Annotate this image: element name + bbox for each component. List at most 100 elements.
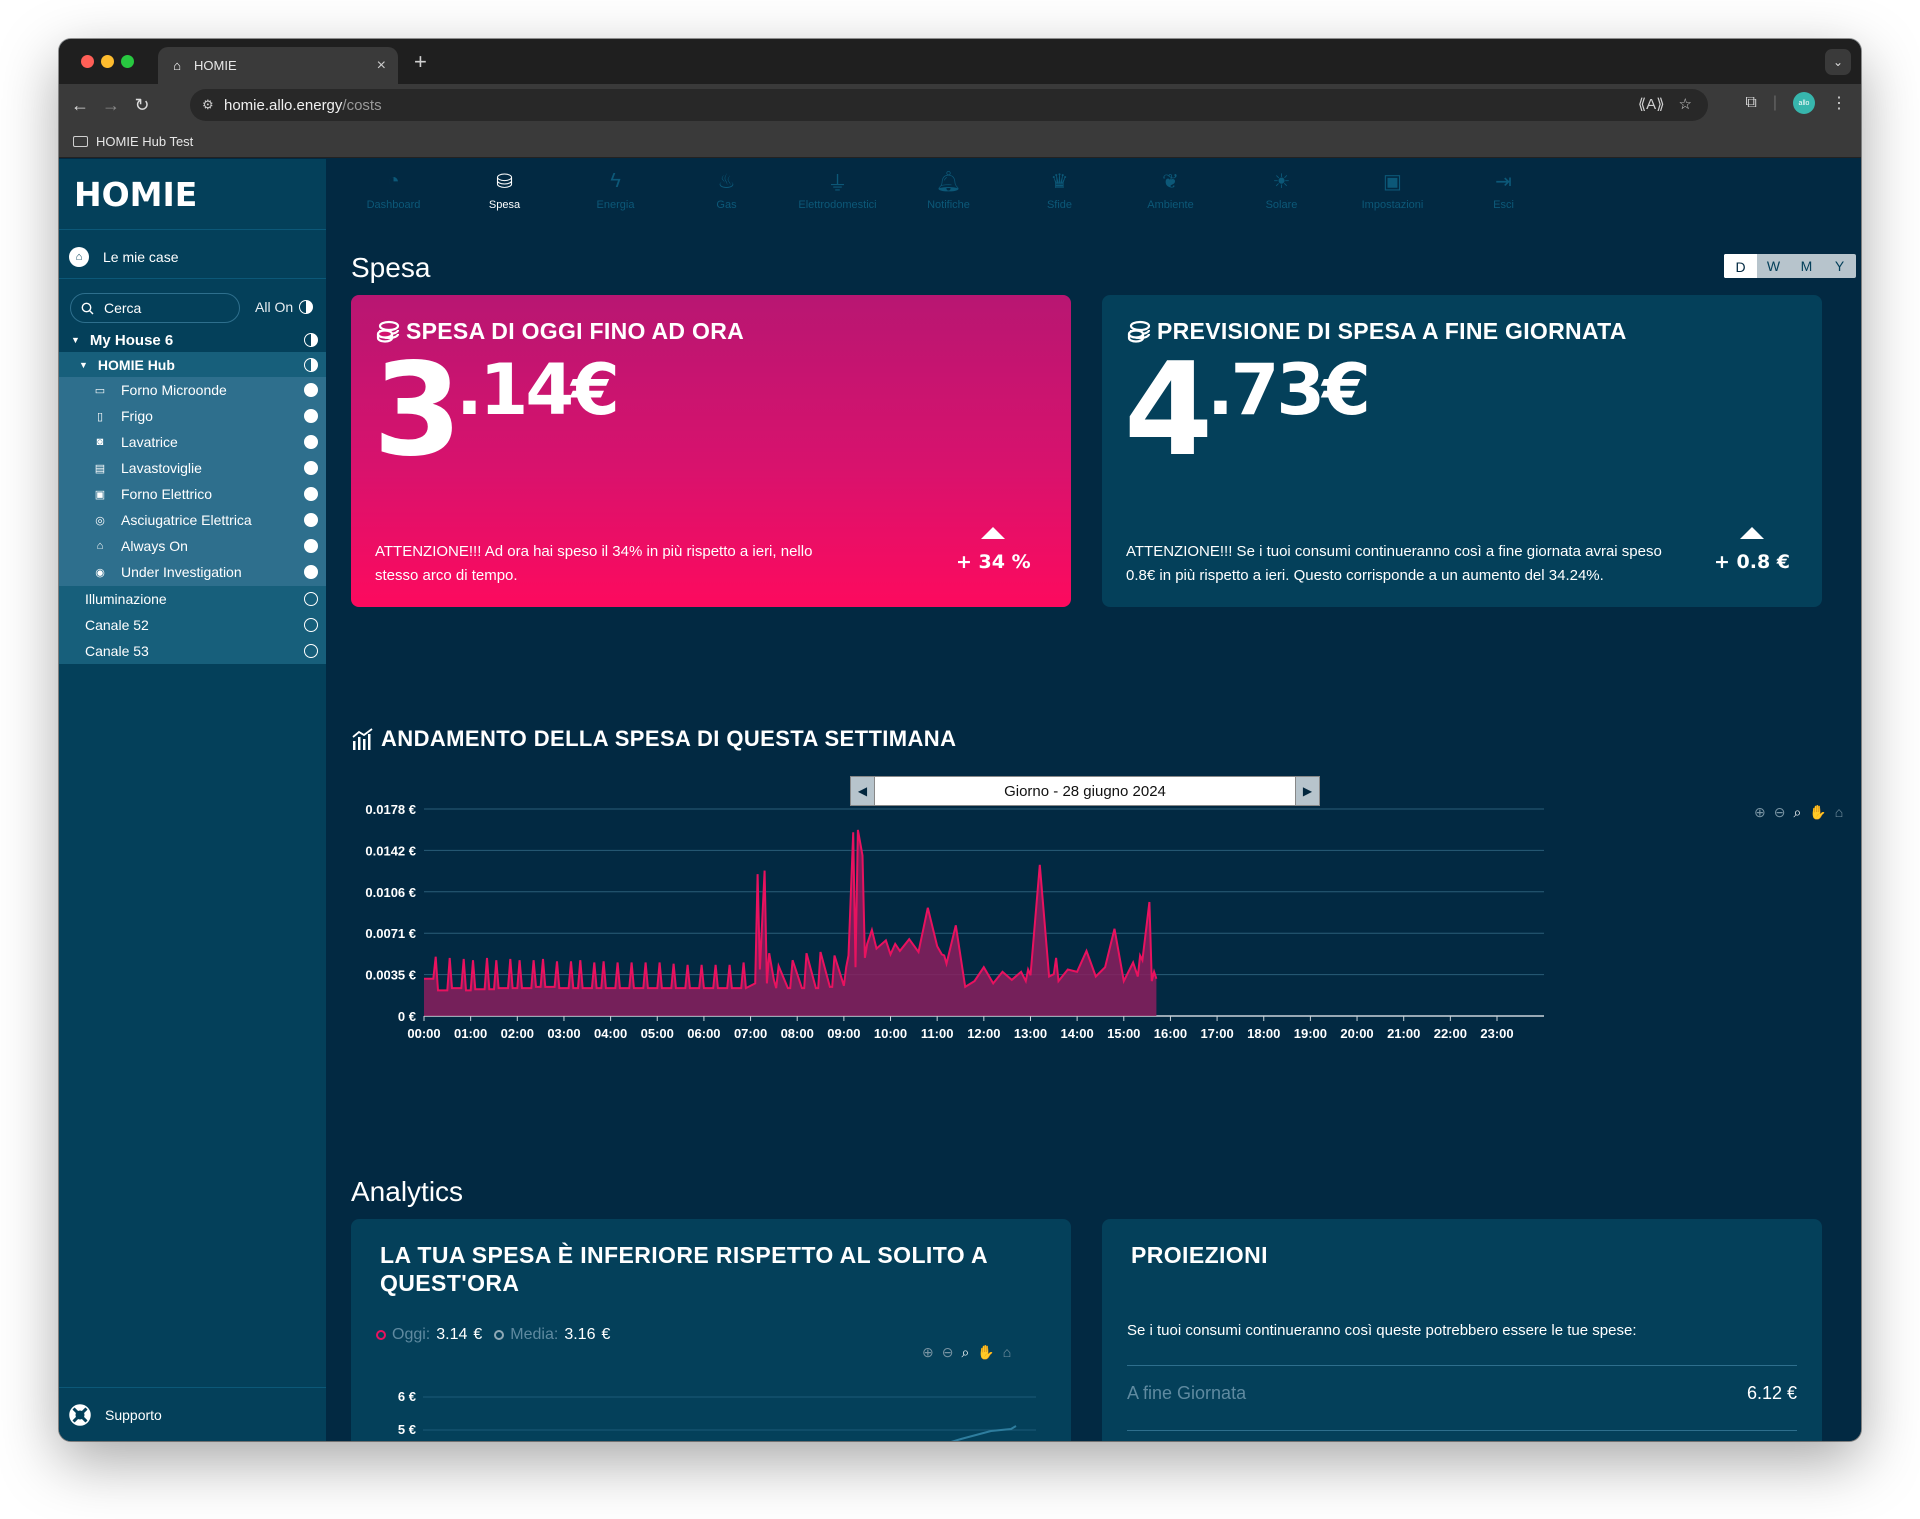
nav-impostazioni[interactable]: ▣ Impostazioni — [1337, 169, 1448, 221]
support-link[interactable]: Supporto — [59, 1387, 326, 1441]
device-state-icon[interactable] — [304, 513, 318, 527]
nav-elettrodomestici[interactable]: ⏚ Elettrodomestici — [782, 169, 893, 221]
period-year[interactable]: Y — [1823, 254, 1856, 278]
nav-solare[interactable]: ☀ Solare — [1226, 169, 1337, 221]
projections-text: Se i tuoi consumi continueranno così que… — [1127, 1322, 1637, 1339]
device-search[interactable] — [70, 293, 240, 323]
device-item[interactable]: ◎ Asciugatrice Elettrica — [59, 507, 326, 533]
site-settings-icon[interactable]: ⚙ — [202, 97, 224, 113]
sun-icon: ☀ — [1272, 170, 1291, 193]
profile-avatar[interactable]: allo — [1793, 92, 1815, 114]
x-tick-label: 12:00 — [967, 1026, 1000, 1041]
my-homes-link[interactable]: ⌂ Le mie case — [59, 245, 326, 269]
my-homes-label: Le mie case — [103, 249, 179, 265]
x-tick-label: 15:00 — [1107, 1026, 1140, 1041]
today-legend-dot — [376, 1330, 386, 1340]
pan-hand-icon[interactable]: ✋ — [977, 1344, 994, 1361]
nav-esci[interactable]: ⇥ Esci — [1448, 169, 1559, 221]
device-item[interactable]: ▭ Forno Microonde — [59, 377, 326, 403]
comparison-chart[interactable]: 6 € 5 € 4 € — [351, 1369, 1071, 1441]
device-item[interactable]: ▯ Frigo — [59, 403, 326, 429]
weekly-spend-chart[interactable]: 0 € 0.0035 € 0.0071 € 0.0106 € 0.0142 € 0.017… — [326, 779, 1861, 1069]
weekly-section-title: ANDAMENTO DELLA SPESA DI QUESTA SETTIMAN… — [351, 726, 956, 752]
url-host: homie.allo.energy — [224, 96, 343, 114]
extensions-icon[interactable]: ⧉ — [1745, 94, 1756, 112]
nav-energia[interactable]: ϟ Energia — [560, 169, 671, 221]
bookmark-homie-hub[interactable]: HOMIE Hub Test — [73, 134, 193, 149]
channel-state-icon[interactable] — [304, 592, 318, 606]
translate-icon[interactable]: ⟪A⟫ — [1638, 95, 1665, 113]
channel-state-icon[interactable] — [304, 618, 318, 632]
oven-icon: ▣ — [94, 488, 106, 501]
nav-dashboard[interactable]: ◔ Dashboard — [338, 169, 449, 221]
channel-item[interactable]: Canale 52 — [59, 612, 326, 638]
comparison-legend: Oggi: 3.14 € Media: 3.16 € — [376, 1326, 610, 1344]
device-item[interactable]: ◉ Under Investigation — [59, 559, 326, 585]
maximize-window-button[interactable] — [121, 55, 134, 68]
url-path: /costs — [342, 96, 382, 114]
all-on-toggle[interactable]: All On — [255, 299, 314, 315]
bell-icon: 🔔︎ — [935, 170, 962, 193]
logout-icon: ⇥ — [1495, 170, 1512, 193]
new-tab-button[interactable]: + — [414, 49, 427, 75]
comparison-title: LA TUA SPESA È INFERIORE RISPETTO AL SOL… — [380, 1242, 988, 1296]
zoom-select-icon[interactable]: ⌕ — [961, 1344, 969, 1361]
zoom-in-icon[interactable]: ⊕ — [922, 1344, 934, 1361]
period-week[interactable]: W — [1757, 254, 1790, 278]
homie-logo[interactable]: HOMIE — [74, 175, 197, 214]
bookmark-star-icon[interactable]: ☆ — [1679, 95, 1692, 113]
channel-item[interactable]: Canale 53 — [59, 638, 326, 664]
close-tab-icon[interactable]: × — [377, 57, 386, 75]
device-state-icon[interactable] — [304, 461, 318, 475]
forward-button[interactable]: → — [98, 92, 124, 118]
nav-sfide[interactable]: ♛ Sfide — [1004, 169, 1115, 221]
close-window-button[interactable] — [81, 55, 94, 68]
address-bar[interactable]: ⚙ homie.allo.energy/costs ⟪A⟫ ☆ — [190, 89, 1708, 121]
minimize-window-button[interactable] — [101, 55, 114, 68]
x-tick-label: 21:00 — [1387, 1026, 1420, 1041]
channel-item[interactable]: Illuminazione — [59, 586, 326, 612]
x-tick-label: 08:00 — [781, 1026, 814, 1041]
period-day[interactable]: D — [1724, 254, 1757, 278]
hub-state-icon[interactable] — [304, 358, 318, 372]
reload-button[interactable]: ↻ — [129, 92, 155, 118]
tab-search-button[interactable]: ⌄ — [1825, 49, 1851, 75]
nav-ambiente[interactable]: ❦ Ambiente — [1115, 169, 1226, 221]
tree-hub[interactable]: ▼ HOMIE Hub — [59, 352, 326, 377]
device-item[interactable]: ▣ Forno Elettrico — [59, 481, 326, 507]
device-state-icon[interactable] — [304, 565, 318, 579]
device-item[interactable]: ⌂ Always On — [59, 533, 326, 559]
nav-notifiche[interactable]: 🔔︎ Notifiche — [893, 169, 1004, 221]
back-button[interactable]: ← — [67, 92, 93, 118]
search-icon — [81, 302, 94, 314]
device-state-icon[interactable] — [304, 409, 318, 423]
device-state-icon[interactable] — [304, 539, 318, 553]
period-month[interactable]: M — [1790, 254, 1823, 278]
nav-label: Sfide — [1046, 199, 1073, 211]
device-item[interactable]: ▤ Lavastoviglie — [59, 455, 326, 481]
caret-down-icon[interactable]: ▼ — [71, 335, 80, 345]
nav-label: Elettrodomestici — [798, 199, 877, 211]
device-label: Forno Elettrico — [121, 486, 213, 502]
channel-state-icon[interactable] — [304, 644, 318, 658]
device-item[interactable]: ◙ Lavatrice — [59, 429, 326, 455]
device-state-icon[interactable] — [304, 435, 318, 449]
search-input[interactable] — [104, 300, 214, 316]
house-label: My House 6 — [89, 331, 174, 349]
zoom-out-icon[interactable]: ⊖ — [942, 1344, 954, 1361]
device-state-icon[interactable] — [304, 487, 318, 501]
top-navigation: ◔ Dashboard ⛁ Spesa ϟ Energia ♨ Gas ⏚ Elettrodome… — [326, 159, 1861, 229]
nav-gas[interactable]: ♨ Gas — [671, 169, 782, 221]
browser-tab[interactable]: ⌂ HOMIE × — [158, 47, 398, 84]
average-legend-unit: € — [601, 1326, 611, 1343]
device-state-icon[interactable] — [304, 383, 318, 397]
x-tick-label: 17:00 — [1200, 1026, 1233, 1041]
browser-menu-icon[interactable]: ⋮ — [1831, 93, 1847, 113]
analytics-title: Analytics — [351, 1176, 464, 1207]
caret-down-icon[interactable]: ▼ — [79, 360, 88, 370]
tree-house[interactable]: ▼ My House 6 — [59, 327, 326, 352]
house-state-icon[interactable] — [304, 333, 318, 347]
reset-home-icon[interactable]: ⌂ — [1003, 1344, 1011, 1361]
nav-spesa[interactable]: ⛁ Spesa — [449, 169, 560, 221]
nav-label: Ambiente — [1147, 199, 1194, 211]
